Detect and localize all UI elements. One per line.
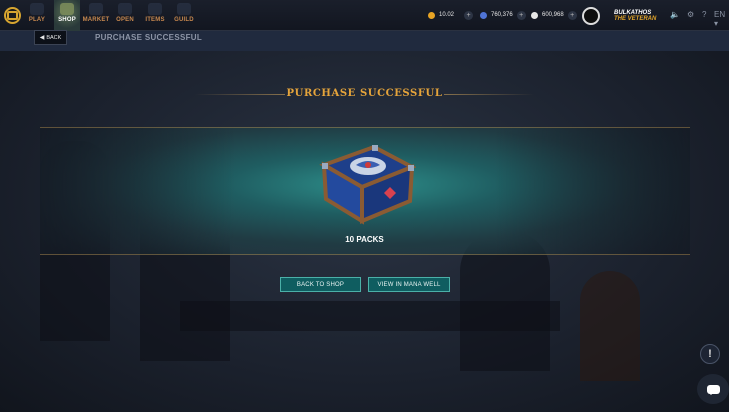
nav-item-market[interactable]: MARKET	[83, 0, 109, 31]
add-credits-button[interactable]: +	[516, 10, 526, 20]
back-to-shop-button[interactable]: BACK TO SHOP	[280, 277, 361, 292]
purchase-result-panel: PURCHASE SUCCESSFUL 10 PACKS BACK TO SHO…	[0, 51, 729, 412]
avatar	[582, 7, 600, 25]
chat-button[interactable]	[697, 374, 729, 404]
nav-item-play[interactable]: PLAY	[26, 0, 48, 31]
top-nav-bar: PLAY SHOP MARKET OPEN ITEMS GUILD 10.02 …	[0, 0, 729, 31]
nav-item-guild[interactable]: GUILD	[173, 0, 195, 31]
exclamation-icon: !	[708, 348, 712, 360]
pack-count-label: 10 PACKS	[345, 235, 384, 244]
background-figure	[580, 271, 640, 381]
currency-credits: 760,376 +	[480, 9, 526, 21]
nav-item-label: PLAY	[28, 17, 46, 23]
voucher-icon	[531, 11, 538, 19]
pack-chest-image	[319, 144, 416, 225]
back-arrow-icon: ◀	[39, 35, 45, 41]
nav-item-items[interactable]: ITEMS	[144, 0, 166, 31]
currency-value: 760,376	[491, 12, 513, 18]
nav-item-open[interactable]: OPEN	[114, 0, 136, 31]
currency-dec: 10.02 +	[428, 9, 474, 21]
alert-help-button[interactable]: !	[700, 344, 720, 364]
nav-item-label: SHOP	[58, 17, 76, 23]
nav-item-shop[interactable]: SHOP	[54, 0, 80, 31]
view-in-mana-well-button[interactable]: VIEW IN MANA WELL	[368, 277, 450, 292]
nav-item-label: GUILD	[174, 17, 194, 23]
language-label: EN	[714, 10, 726, 19]
sound-icon[interactable]: 🔈	[670, 10, 680, 19]
play-icon	[30, 3, 44, 15]
add-dec-button[interactable]: +	[464, 10, 474, 20]
nav-item-label: ITEMS	[145, 17, 165, 23]
items-icon	[148, 3, 162, 15]
background-table	[180, 301, 560, 331]
purchase-title: PURCHASE SUCCESSFUL	[286, 88, 443, 99]
splinterlands-logo-icon[interactable]	[4, 7, 21, 24]
currency-value: 600,968	[542, 12, 564, 18]
page-title: PURCHASE SUCCESSFUL	[95, 33, 203, 42]
shop-icon	[60, 3, 74, 15]
chat-icon	[706, 384, 720, 395]
back-label: BACK	[46, 34, 62, 41]
user-profile[interactable]: BULKATHOS THE VETERAN	[582, 6, 656, 26]
open-icon	[118, 3, 132, 15]
back-button[interactable]: ◀ BACK	[34, 30, 67, 45]
back-to-shop-label: BACK TO SHOP	[296, 281, 345, 288]
nav-item-label: OPEN	[116, 17, 134, 23]
credits-icon	[480, 11, 487, 19]
add-vouchers-button[interactable]: +	[567, 10, 577, 20]
nav-item-label: MARKET	[82, 17, 110, 23]
language-selector[interactable]: EN ▾	[714, 10, 729, 28]
guild-icon	[177, 3, 191, 15]
coin-icon	[428, 11, 435, 19]
help-icon[interactable]: ?	[702, 10, 706, 19]
user-title: THE VETERAN	[614, 16, 657, 22]
view-in-mana-well-label: VIEW IN MANA WELL	[377, 281, 441, 288]
currency-vouchers: 600,968 +	[531, 9, 577, 21]
settings-icon[interactable]: ⚙	[687, 10, 694, 19]
currency-value: 10.02	[439, 12, 455, 18]
market-icon	[89, 3, 103, 15]
